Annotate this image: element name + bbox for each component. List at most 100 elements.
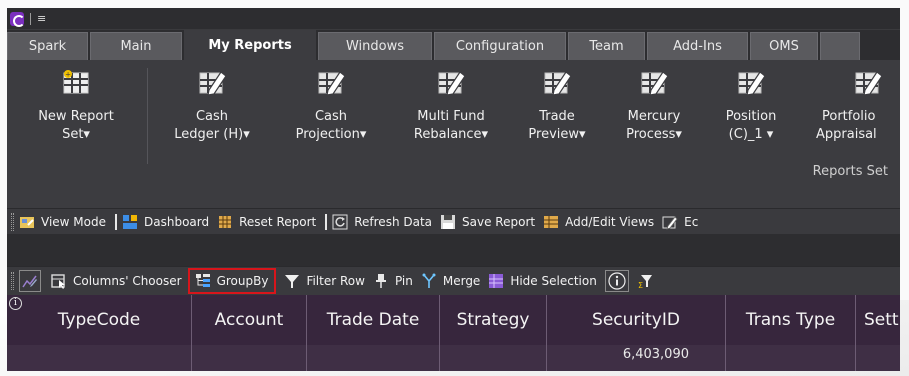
application-window: ≡ Spark Main My Reports Windows Configur… [7,8,900,371]
columns-chooser-icon [51,274,65,289]
tab-my-reports[interactable]: My Reports [184,30,316,60]
grid-toolbar: Columns' Chooser GroupBy Filter Row Pin … [7,266,900,295]
column-header-settle[interactable]: Settl [856,295,900,345]
pin-button[interactable]: Pin [373,273,413,289]
edit-report-icon [855,71,883,96]
filter-row-label: Filter Row [306,274,365,288]
tab-configuration[interactable]: Configuration [434,32,566,60]
column-header-trans-type[interactable]: Trans Type [726,295,856,345]
filter-row-button[interactable]: Filter Row [284,273,365,289]
columns-chooser-button[interactable]: Columns' Chooser [51,273,182,289]
view-toolbar: View Mode Dashboard Reset Report Refresh… [7,208,900,234]
mercury-process-label-2: Process▾ [626,127,682,142]
cash-ledger-label-2: Ledger (H)▾ [174,127,250,142]
tab-main[interactable]: Main [90,32,182,60]
table-cell [440,345,547,371]
reports-set-group-label: Reports Set [812,164,888,179]
column-header-security-id[interactable]: SecurityID [547,295,726,345]
mercury-process-label-1: Mercury [627,109,681,124]
cash-projection-button[interactable]: Cash Projection▾ [279,68,383,144]
group-by-button[interactable]: GroupBy [187,268,277,294]
trade-preview-label-2: Preview▾ [528,127,586,142]
dashboard-button[interactable]: Dashboard [122,214,209,230]
table-cell [856,345,900,371]
refresh-data-label: Refresh Data [354,214,433,229]
trade-preview-button[interactable]: Trade Preview▾ [512,68,602,144]
pin-icon [375,274,386,288]
save-report-label: Save Report [462,214,536,229]
multi-fund-rebalance-button[interactable]: Multi Fund Rebalance▾ [399,68,503,144]
save-report-button[interactable]: Save Report [440,214,535,230]
new-report-set-label-2: Set▾ [62,127,90,142]
trade-preview-label-1: Trade [539,109,575,124]
view-mode-label: View Mode [41,214,106,229]
hide-selection-button[interactable]: Hide Selection [488,273,597,289]
hide-selection-icon [489,274,504,288]
multi-fund-label-2: Rebalance▾ [413,127,489,142]
new-report-set-label-1: New Report [38,109,114,124]
position-c-button[interactable]: Position (C)_1 ▾ [709,68,793,144]
table-cell [192,345,307,371]
edit-label: Ec [684,214,699,229]
toolbar-separator [115,213,117,230]
column-header-account[interactable]: Account [192,295,307,345]
new-report-set-button[interactable]: + New Report Set▾ [21,68,131,144]
chart-toggle-button[interactable] [19,270,41,292]
hide-selection-label: Hide Selection [510,274,597,288]
tab-oms[interactable]: OMS [750,32,818,60]
edit-report-icon [199,71,227,96]
cash-projection-label-2: Projection▾ [295,127,367,142]
info-button[interactable] [604,270,629,292]
svg-text:+: + [65,71,71,79]
sum-filter-icon: Σ [638,275,652,289]
tab-team[interactable]: Team [568,32,645,60]
table-cell [307,345,440,371]
mercury-process-button[interactable]: Mercury Process▾ [609,68,699,144]
column-header-strategy[interactable]: Strategy [440,295,547,345]
reset-report-button[interactable]: Reset Report [217,214,316,230]
new-report-set-icon: + [63,70,89,94]
position-label-1: Position [725,109,777,124]
column-header-typecode[interactable]: TypeCode [7,295,192,345]
merge-button[interactable]: Merge [421,273,480,289]
app-logo-icon[interactable] [10,11,25,27]
cell-text: 6,403,090 [622,347,689,362]
title-bar: ≡ [7,8,900,30]
save-icon [441,214,456,229]
svg-text:Σ: Σ [638,281,643,289]
grid-header: i TypeCode Account Trade Date Strategy S… [7,295,900,345]
tab-overflow[interactable] [820,32,860,60]
portfolio-appraisal-button[interactable]: Portfolio Appraisal [813,68,900,144]
group-by-label: GroupBy [216,274,269,288]
table-cell [7,345,192,371]
tab-add-ins[interactable]: Add-Ins [647,32,748,60]
columns-chooser-label: Columns' Chooser [73,274,182,288]
edit-report-icon [738,71,766,96]
reset-report-label: Reset Report [239,214,317,229]
toolbar-grip[interactable] [11,212,14,231]
multi-fund-label-1: Multi Fund [417,109,485,124]
cash-ledger-button[interactable]: Cash Ledger (H)▾ [162,68,262,144]
column-header-trade-date[interactable]: Trade Date [307,295,440,345]
edit-button[interactable]: Ec [662,214,698,230]
merge-label: Merge [442,274,481,288]
edit-icon [662,215,678,230]
refresh-icon [332,214,348,229]
dashboard-icon [123,214,137,229]
merge-icon [422,273,436,288]
tab-spark[interactable]: Spark [7,32,88,60]
table-row[interactable]: 6,403,090 [7,345,900,371]
view-mode-button[interactable]: View Mode [19,214,106,230]
edit-report-icon [544,71,572,96]
add-edit-views-button[interactable]: Add/Edit Views [543,214,654,230]
ribbon-divider [147,68,148,164]
quick-access-menu-icon[interactable]: ≡ [37,13,46,24]
refresh-data-button[interactable]: Refresh Data [332,214,432,230]
position-label-2: (C)_1 ▾ [728,127,774,142]
dashboard-label: Dashboard [144,214,210,229]
info-icon [608,272,626,290]
toolbar-grip[interactable] [11,272,14,290]
tab-windows[interactable]: Windows [318,32,432,60]
table-cell [726,345,856,371]
sum-filter-button[interactable]: Σ [637,273,659,289]
